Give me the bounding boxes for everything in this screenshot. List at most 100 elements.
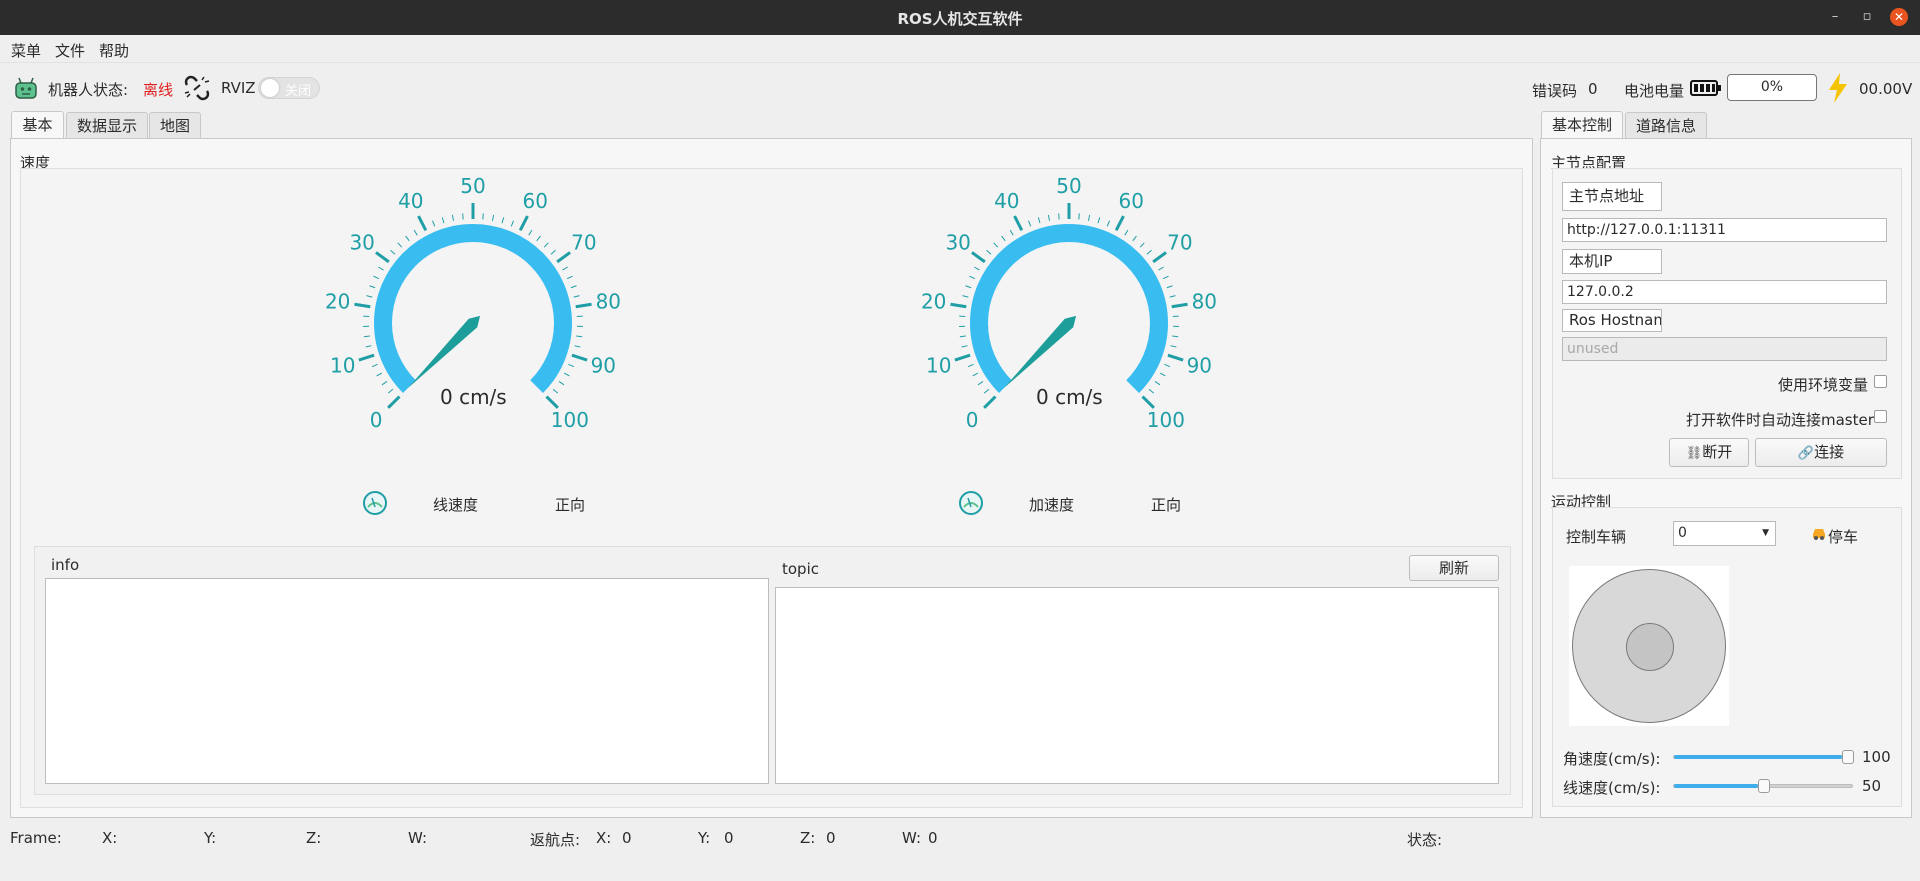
stop-label[interactable]: 停车 (1828, 526, 1858, 547)
battery-icon (1690, 80, 1721, 96)
gauge-minor-tick (1009, 229, 1014, 236)
linear-speed-value: 50 (1862, 777, 1882, 795)
topic-textarea[interactable] (775, 587, 1499, 784)
rviz-toggle[interactable]: 关闭 (258, 77, 320, 99)
gauge-arc (374, 224, 572, 393)
gauge-major-tick (1152, 251, 1167, 264)
disconnect-button[interactable]: ⛓断开 (1669, 438, 1749, 467)
gauge-arc (970, 224, 1168, 393)
battery-percent: 0% (1727, 74, 1817, 101)
gauge-minor-tick (974, 266, 980, 271)
gauge-minor-tick (552, 388, 559, 394)
topic-title: topic (782, 560, 819, 578)
voltage-value: 00.00V (1859, 80, 1913, 98)
return-z-value: 0 (826, 829, 836, 847)
gauge-tick-label: 90 (591, 353, 616, 377)
gauge-tick-label: 0 (370, 408, 383, 432)
gauge-minor-tick (363, 335, 370, 338)
y-label: Y: (204, 829, 217, 847)
gauge-minor-tick (491, 214, 495, 221)
gauge-minor-tick (413, 229, 418, 236)
gauge-tick-label: 10 (926, 353, 951, 377)
gauge-minor-tick (501, 217, 505, 224)
gauge-major-tick (1013, 215, 1024, 232)
gauge-minor-tick (371, 363, 378, 368)
gauge-minor-tick (1087, 214, 1091, 221)
close-button[interactable]: ✕ (1890, 8, 1908, 26)
joystick-knob[interactable] (1626, 623, 1674, 671)
battery-label: 电池电量 (1624, 82, 1685, 100)
angular-speed-handle[interactable] (1842, 750, 1854, 764)
gauge-minor-tick (432, 220, 436, 227)
gauge-minor-tick (1164, 363, 1171, 368)
window-title: ROS人机交互软件 (897, 10, 1023, 28)
joystick-area[interactable] (1569, 566, 1729, 726)
gauge-minor-tick (562, 266, 568, 271)
menu-item-menu[interactable]: 菜单 (11, 40, 41, 61)
gauge-major-tick (354, 302, 371, 309)
info-textarea[interactable] (45, 578, 769, 784)
gauge-minor-tick (1097, 217, 1101, 224)
linear-speed-handle[interactable] (1758, 779, 1770, 793)
menu-item-file[interactable]: 文件 (55, 40, 85, 61)
gauge-tick-label: 10 (330, 353, 355, 377)
frame-label: Frame: (10, 829, 62, 847)
menu-bar: 菜单 文件 帮助 (0, 35, 1920, 63)
gauge-major-tick (954, 353, 971, 362)
return-x-label: X: (596, 829, 612, 847)
angular-speed-fill (1674, 755, 1842, 759)
gauge1-value-text: 0 cm/s (440, 385, 507, 409)
vehicle-select[interactable]: 0 ▼ (1673, 521, 1776, 546)
gauge-tick-label: 30 (945, 230, 970, 254)
linear-speed-slider[interactable] (1673, 779, 1853, 793)
error-code-value: 0 (1588, 80, 1598, 98)
tab-road-info[interactable]: 道路信息 (1625, 112, 1707, 139)
gauge-major-tick (950, 302, 967, 309)
refresh-button[interactable]: 刷新 (1409, 555, 1499, 581)
gauge-major-tick (983, 395, 997, 409)
gauge-minor-tick (462, 213, 464, 220)
angular-speed-slider[interactable] (1673, 750, 1854, 764)
use-env-label: 使用环境变量 (1778, 376, 1869, 394)
tab-basic-control[interactable]: 基本控制 (1541, 111, 1623, 140)
gauge-tick-label: 30 (349, 230, 374, 254)
rviz-label: RVIZ (221, 79, 256, 97)
gauge-tick-label: 20 (921, 290, 946, 314)
disconnected-link-icon (184, 75, 210, 101)
gauge-minor-tick (1146, 249, 1152, 255)
master-address-input[interactable]: http://127.0.0.1:11311 (1562, 218, 1887, 242)
connect-button[interactable]: 🔗连接 (1755, 438, 1887, 467)
connect-button-label: 连接 (1814, 443, 1845, 461)
master-address-label: 主节点地址 (1562, 182, 1662, 211)
maximize-button[interactable]: ▫ (1858, 8, 1876, 26)
tab-data-display[interactable]: 数据显示 (66, 112, 148, 139)
gauge-major-tick (417, 215, 428, 232)
gauge-minor-tick (405, 235, 410, 242)
auto-connect-label: 打开软件时自动连接master (1686, 411, 1874, 429)
vehicle-select-value: 0 (1678, 525, 1687, 541)
minimize-button[interactable]: – (1826, 8, 1844, 26)
gauge2-direction: 正向 (1151, 496, 1182, 514)
hostname-input[interactable]: unused (1562, 337, 1887, 361)
gauge-needle (1003, 315, 1077, 389)
return-y-label: Y: (698, 829, 711, 847)
gauge-minor-tick (1001, 235, 1006, 242)
lightning-icon (1829, 73, 1847, 103)
robot-state-label: 机器人状态: (48, 81, 129, 99)
local-ip-input[interactable]: 127.0.0.2 (1562, 280, 1887, 304)
gauge-tick-label: 60 (1118, 189, 1143, 213)
gauge1-label: 线速度 (433, 496, 479, 514)
menu-item-help[interactable]: 帮助 (99, 40, 129, 61)
gauge-minor-tick (1172, 335, 1179, 338)
linear-speed-fill (1674, 784, 1758, 788)
gauge-minor-tick (369, 285, 376, 289)
gauge-tick-label: 80 (1192, 290, 1217, 314)
auto-connect-checkbox[interactable] (1874, 410, 1887, 423)
tab-map[interactable]: 地图 (149, 112, 201, 139)
gauge-major-tick (387, 395, 401, 409)
tab-basic[interactable]: 基本 (11, 111, 64, 140)
gauge-minor-tick (1148, 388, 1155, 394)
gauge-major-tick (571, 353, 588, 362)
return-point-label: 返航点: (530, 831, 581, 849)
use-env-checkbox[interactable] (1874, 375, 1887, 388)
